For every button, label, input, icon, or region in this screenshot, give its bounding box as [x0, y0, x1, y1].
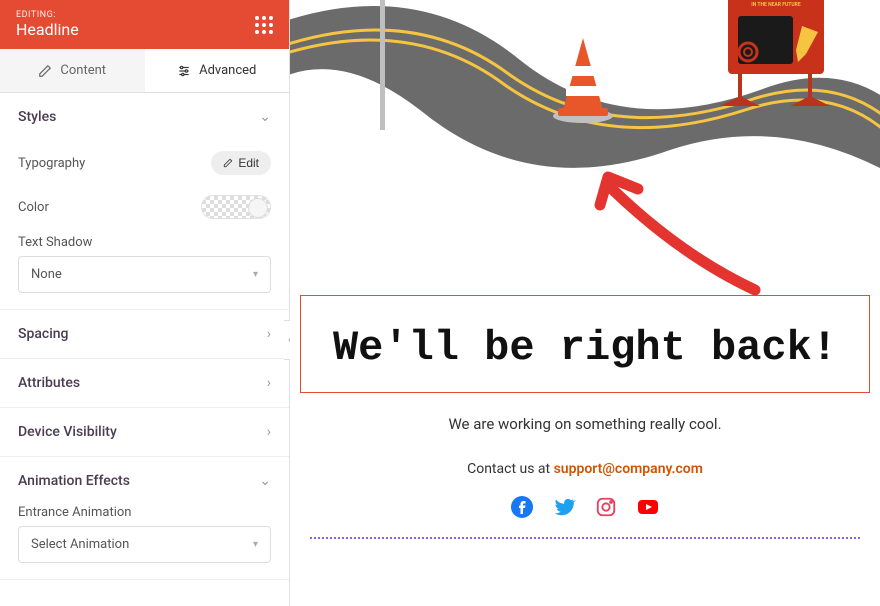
sliders-icon: [177, 64, 191, 78]
chevron-right-icon: ›: [267, 424, 271, 440]
chevron-right-icon: ›: [267, 375, 271, 391]
typography-label: Typography: [18, 156, 85, 171]
facebook-icon[interactable]: [510, 495, 534, 519]
caret-down-icon: ▾: [253, 539, 258, 550]
svg-text:IN THE NEAR FUTURE: IN THE NEAR FUTURE: [751, 2, 801, 8]
text-shadow-label: Text Shadow: [18, 235, 271, 250]
editor-sidebar: EDITING: Headline Content Advanced Style…: [0, 0, 290, 606]
section-device-visibility: Device Visibility ›: [0, 408, 289, 457]
hero-illustration: IN THE NEAR FUTURE: [290, 0, 880, 185]
divider: [310, 537, 860, 539]
panel-tabs: Content Advanced: [0, 49, 289, 93]
instagram-icon[interactable]: [594, 495, 618, 519]
sidebar-header: EDITING: Headline: [0, 0, 289, 49]
apps-grid-icon[interactable]: [255, 16, 273, 34]
chevron-down-icon: ⌄: [259, 109, 271, 125]
subtext[interactable]: We are working on something really cool.: [300, 415, 870, 433]
section-spacing-header[interactable]: Spacing ›: [0, 310, 289, 358]
pencil-icon: [223, 158, 233, 168]
annotation-arrow: [590, 165, 770, 305]
headline-text: We'll be right back!: [311, 324, 859, 372]
editing-title: Headline: [16, 20, 79, 39]
editing-label: EDITING:: [16, 10, 79, 20]
twitter-icon[interactable]: [552, 495, 576, 519]
chevron-down-icon: ⌄: [259, 473, 271, 489]
caret-down-icon: ▾: [253, 269, 258, 280]
entrance-animation-label: Entrance Animation: [18, 505, 271, 520]
entrance-animation-select[interactable]: Select Animation ▾: [18, 526, 271, 563]
contact-line[interactable]: Contact us at support@company.com: [300, 461, 870, 477]
section-device-visibility-header[interactable]: Device Visibility ›: [0, 408, 289, 456]
section-styles-header[interactable]: Styles ⌄: [0, 93, 289, 141]
color-picker[interactable]: [201, 195, 271, 219]
section-animation-header[interactable]: Animation Effects ⌄: [0, 457, 289, 505]
text-shadow-select[interactable]: None ▾: [18, 256, 271, 293]
pencil-icon: [38, 64, 52, 78]
section-styles: Styles ⌄ Typography Edit Color Text Shad…: [0, 93, 289, 310]
youtube-icon[interactable]: [636, 495, 660, 519]
preview-canvas[interactable]: IN THE NEAR FUTURE We'll be right back! …: [290, 0, 880, 606]
chevron-right-icon: ›: [267, 326, 271, 342]
section-attributes-header[interactable]: Attributes ›: [0, 359, 289, 407]
color-label: Color: [18, 200, 49, 215]
section-attributes: Attributes ›: [0, 359, 289, 408]
social-icons: [300, 495, 870, 519]
typography-edit-button[interactable]: Edit: [211, 151, 271, 175]
tab-content[interactable]: Content: [0, 49, 145, 92]
contact-email: support@company.com: [554, 461, 703, 477]
section-spacing: Spacing ›: [0, 310, 289, 359]
tab-advanced[interactable]: Advanced: [145, 49, 290, 92]
headline-element[interactable]: We'll be right back!: [300, 295, 870, 393]
section-animation: Animation Effects ⌄ Entrance Animation S…: [0, 457, 289, 580]
